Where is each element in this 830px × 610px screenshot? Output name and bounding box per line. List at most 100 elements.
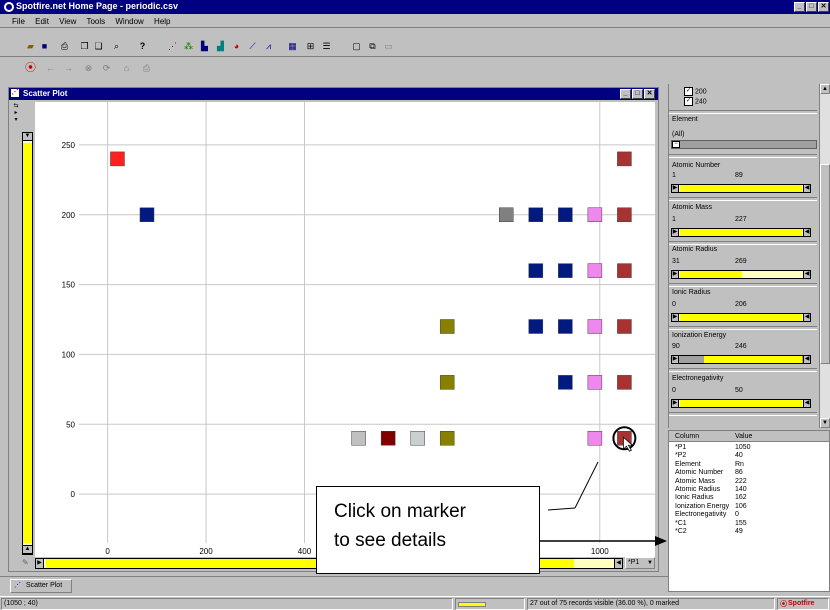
data-marker[interactable] bbox=[587, 263, 603, 278]
checkbox-240[interactable]: ✓ 240 bbox=[684, 97, 707, 106]
y-slider-top-arrow[interactable]: ▼ bbox=[22, 132, 33, 141]
atomic-radius-slider-right[interactable]: ◀ bbox=[803, 270, 811, 279]
data-marker[interactable] bbox=[439, 430, 455, 446]
forward-icon[interactable]: → bbox=[62, 62, 75, 75]
atomic-mass-slider-left[interactable]: ▶ bbox=[671, 228, 679, 237]
data-marker[interactable] bbox=[617, 319, 632, 334]
marker-square[interactable] bbox=[587, 263, 603, 278]
marker-square[interactable] bbox=[380, 430, 396, 446]
y-range-slider[interactable]: ▼ ▲ bbox=[22, 132, 33, 555]
data-marker[interactable] bbox=[528, 207, 544, 223]
menu-tools[interactable]: Tools bbox=[86, 17, 105, 26]
marker-square[interactable] bbox=[110, 151, 125, 167]
print-icon[interactable]: ⎙ bbox=[58, 40, 71, 53]
table-icon[interactable]: ▦ bbox=[286, 40, 299, 53]
marker-square[interactable] bbox=[587, 319, 603, 334]
marker-square[interactable] bbox=[410, 430, 425, 446]
x-slider-right-arrow[interactable]: ◀ bbox=[614, 558, 623, 569]
heat-map-icon[interactable]: ⊞ bbox=[304, 40, 317, 53]
stop-icon[interactable]: ⊗ bbox=[82, 62, 95, 75]
atomic-radius-slider[interactable]: ▶ ◀ bbox=[671, 270, 811, 279]
marker-square[interactable] bbox=[617, 375, 632, 390]
maximize-button[interactable]: □ bbox=[806, 2, 817, 12]
marker-square[interactable] bbox=[617, 207, 632, 223]
filter-scroll-up[interactable]: ▲ bbox=[820, 84, 830, 94]
menu-window[interactable]: Window bbox=[115, 17, 143, 26]
element-filter-bar[interactable]: − bbox=[671, 140, 817, 149]
x-axis-column-select[interactable]: *P1 ▼ bbox=[625, 557, 655, 569]
data-marker[interactable] bbox=[528, 263, 544, 278]
marker-square[interactable] bbox=[617, 319, 632, 334]
pen-icon[interactable]: ✎ bbox=[22, 558, 33, 569]
copy-icon[interactable]: ❐ bbox=[78, 40, 91, 53]
data-marker[interactable] bbox=[617, 207, 632, 223]
home-icon[interactable]: ⌂ bbox=[120, 62, 133, 75]
y-slider-bottom-arrow[interactable]: ▲ bbox=[22, 545, 33, 554]
save-icon[interactable]: ■ bbox=[38, 40, 51, 53]
filter-scroll-thumb[interactable] bbox=[820, 164, 830, 364]
marker-square[interactable] bbox=[558, 207, 573, 223]
tab-scatter-plot[interactable]: ⋰ Scatter Plot bbox=[10, 579, 72, 593]
new-window-icon[interactable]: ▢ bbox=[350, 40, 363, 53]
line-chart-icon[interactable]: ⟋ bbox=[246, 40, 259, 53]
pie-chart-icon[interactable]: ◕ bbox=[230, 40, 243, 53]
histogram-icon[interactable]: ▟ bbox=[214, 40, 227, 53]
checkbox-200-box[interactable]: ✓ bbox=[684, 87, 693, 96]
data-marker[interactable] bbox=[617, 263, 632, 278]
marker-square[interactable] bbox=[528, 207, 544, 223]
data-marker[interactable] bbox=[139, 207, 155, 223]
data-marker[interactable] bbox=[528, 319, 544, 334]
marker-square[interactable] bbox=[558, 375, 573, 390]
data-marker[interactable] bbox=[439, 375, 455, 390]
profile-chart-icon[interactable]: ⩘ bbox=[262, 40, 275, 53]
menu-view[interactable]: View bbox=[59, 17, 76, 26]
marker-square[interactable] bbox=[351, 430, 366, 446]
data-marker[interactable] bbox=[110, 151, 125, 167]
filter-scrollbar[interactable]: ▲ ▼ bbox=[819, 84, 830, 428]
scatter-plot-icon[interactable]: ⋰ bbox=[166, 40, 179, 53]
print-page-icon[interactable]: ⎙ bbox=[140, 62, 153, 75]
data-marker[interactable] bbox=[587, 207, 603, 223]
data-marker[interactable] bbox=[587, 375, 603, 390]
details-list-icon[interactable]: ☰ bbox=[320, 40, 333, 53]
atomic-number-slider-left[interactable]: ▶ bbox=[671, 184, 679, 193]
selected-marker[interactable] bbox=[612, 426, 637, 452]
checkbox-240-box[interactable]: ✓ bbox=[684, 97, 693, 106]
menu-edit[interactable]: Edit bbox=[35, 17, 49, 26]
refresh-icon[interactable]: ⟳ bbox=[100, 62, 113, 75]
marker-square[interactable] bbox=[617, 263, 632, 278]
atomic-radius-slider-left[interactable]: ▶ bbox=[671, 270, 679, 279]
menu-file[interactable]: File bbox=[12, 17, 25, 26]
atomic-number-slider-right[interactable]: ◀ bbox=[803, 184, 811, 193]
export-icon[interactable]: ⧉ bbox=[366, 40, 379, 53]
data-marker[interactable] bbox=[558, 263, 573, 278]
back-icon[interactable]: ← bbox=[44, 62, 57, 75]
atomic-mass-slider-right[interactable]: ◀ bbox=[803, 228, 811, 237]
data-marker[interactable] bbox=[380, 430, 396, 446]
ionic-radius-slider-right[interactable]: ◀ bbox=[803, 313, 811, 322]
plot-close-button[interactable]: ✕ bbox=[644, 89, 655, 99]
plot-minimize-button[interactable]: _ bbox=[620, 89, 631, 99]
y-axis-tools[interactable]: ⇆ ▸ ▾ bbox=[11, 102, 21, 136]
element-filter-button[interactable]: − bbox=[672, 141, 680, 148]
electronegativity-slider[interactable]: ▶ ◀ bbox=[671, 399, 811, 408]
marker-square[interactable] bbox=[439, 375, 455, 390]
data-marker[interactable] bbox=[617, 375, 632, 390]
details-column-header[interactable]: Column bbox=[675, 433, 699, 440]
data-marker[interactable] bbox=[410, 430, 425, 446]
data-marker[interactable] bbox=[351, 430, 366, 446]
data-marker[interactable] bbox=[558, 319, 573, 334]
data-marker[interactable] bbox=[439, 319, 455, 334]
bar-chart-icon[interactable]: ▙ bbox=[198, 40, 211, 53]
data-marker[interactable] bbox=[617, 151, 632, 167]
marker-square[interactable] bbox=[558, 263, 573, 278]
data-marker[interactable] bbox=[499, 207, 514, 223]
paste-icon[interactable]: ❏ bbox=[92, 40, 105, 53]
marker-square[interactable] bbox=[439, 430, 455, 446]
marker-square[interactable] bbox=[528, 263, 544, 278]
marker-square[interactable] bbox=[587, 375, 603, 390]
marker-square[interactable] bbox=[558, 319, 573, 334]
marker-square[interactable] bbox=[587, 207, 603, 223]
x-slider-left-arrow[interactable]: ▶ bbox=[35, 558, 44, 569]
electronegativity-slider-right[interactable]: ◀ bbox=[803, 399, 811, 408]
